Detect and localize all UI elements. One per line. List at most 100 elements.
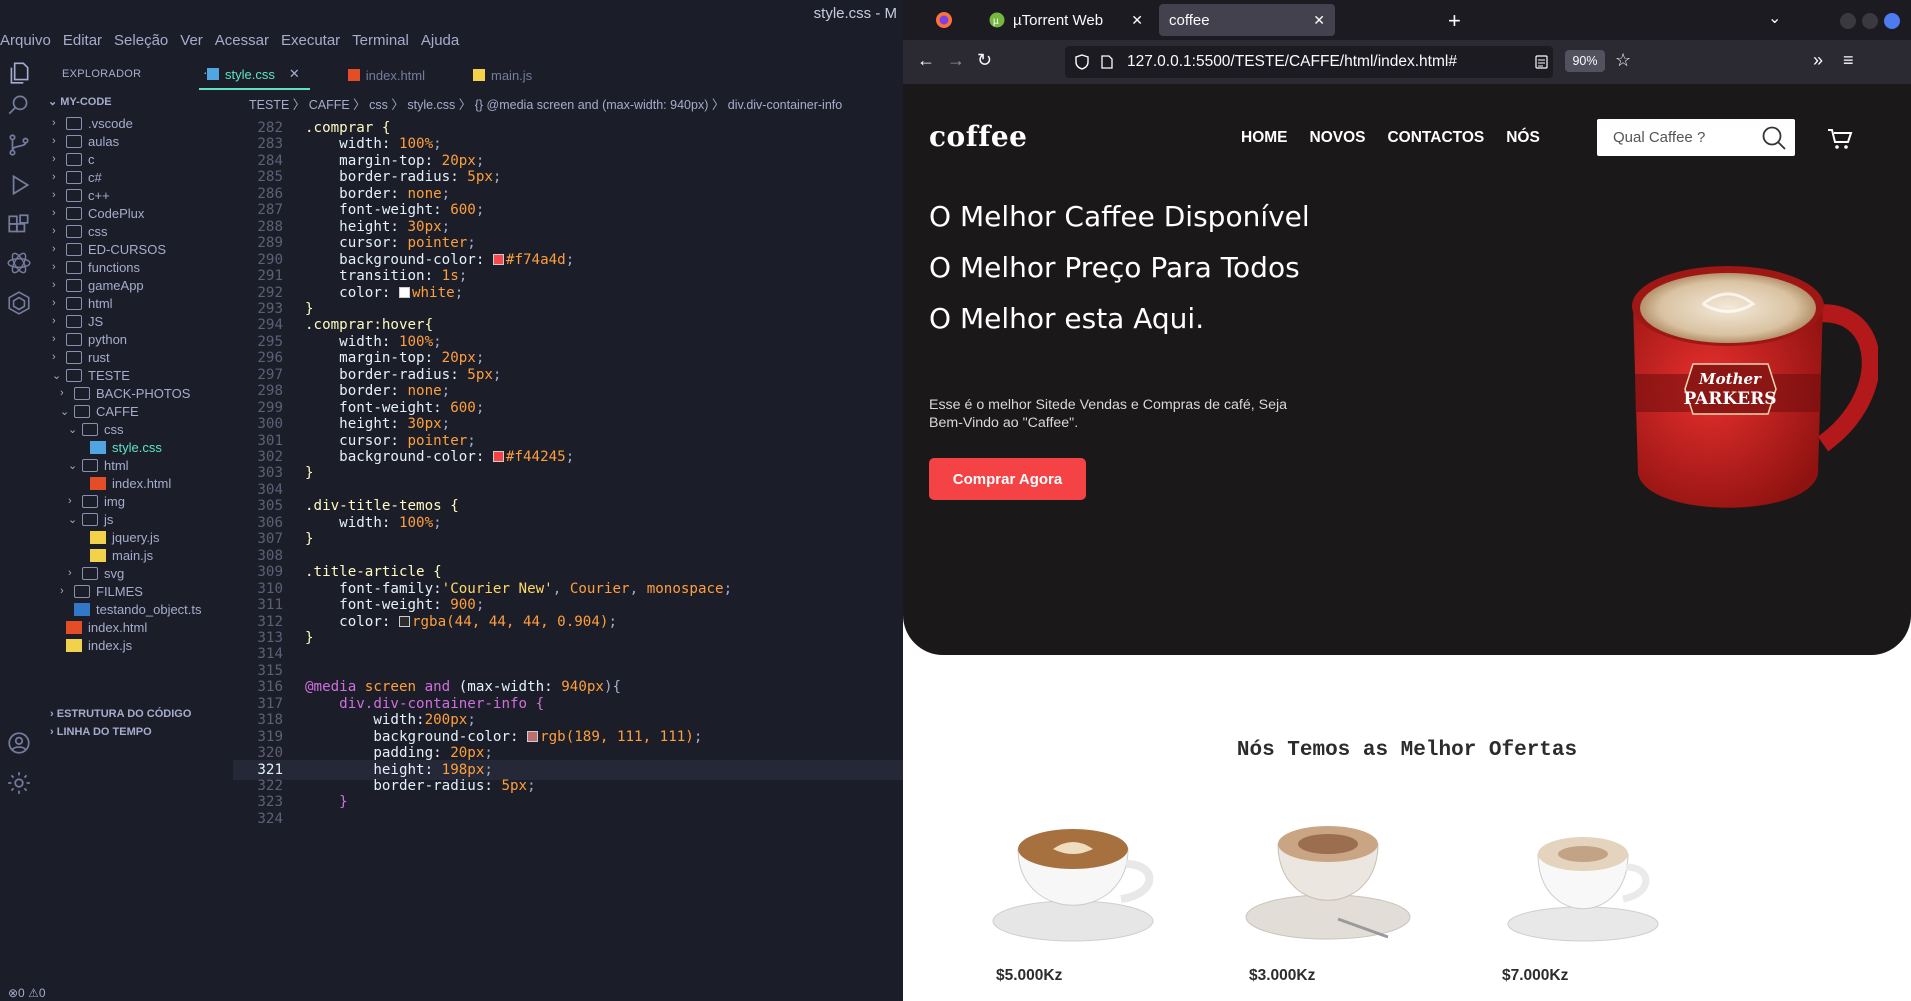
chevron-down-icon: ⌄ xyxy=(68,423,78,436)
tree-item-label: js xyxy=(104,511,114,527)
forward-icon[interactable]: → xyxy=(947,50,965,71)
folder-file-icon xyxy=(66,314,82,328)
zoom-level-badge[interactable]: 90% xyxy=(1565,50,1605,72)
color-swatch[interactable] xyxy=(492,451,504,462)
workspace-root[interactable]: ⌄ MY-CODE xyxy=(48,95,112,108)
explorer-sidebar: EXPLORADOR ··· ⌄ MY-CODE ›.vscode›aulas›… xyxy=(38,60,233,985)
tree-item-label: CodePlux xyxy=(88,205,145,221)
folder-file-icon xyxy=(66,152,82,166)
hero-headline-2: O Melhor Preço Para Todos xyxy=(929,251,1300,284)
reload-icon[interactable]: ↻ xyxy=(977,50,992,71)
js-file-icon xyxy=(66,638,82,652)
maximize-icon[interactable] xyxy=(1862,13,1878,29)
outline-section[interactable]: › ESTRUTURA DO CÓDIGO xyxy=(50,708,191,720)
chevron-right-icon: › xyxy=(52,135,56,147)
back-icon[interactable]: ← xyxy=(917,50,935,71)
bookmark-star-icon[interactable]: ☆ xyxy=(1615,50,1631,71)
buy-now-button[interactable]: Comprar Agora xyxy=(929,458,1086,500)
site-nav-link[interactable]: NÓS xyxy=(1506,129,1540,147)
folder-file-icon xyxy=(74,386,90,400)
html-file-icon xyxy=(347,69,360,81)
account-icon[interactable] xyxy=(6,730,32,756)
tree-item-label: css xyxy=(88,223,108,239)
page-info-icon[interactable] xyxy=(1101,55,1113,69)
menu-item[interactable]: Acessar xyxy=(215,32,275,56)
timeline-section[interactable]: › LINHA DO TEMPO xyxy=(50,726,152,738)
chevron-right-icon: › xyxy=(52,189,56,201)
firefox-window: µ µTorrent Web ✕ coffee ✕ + ⌄ ← → ↻ 127.… xyxy=(903,0,1911,1001)
shield-icon[interactable] xyxy=(1075,54,1089,70)
close-window-icon[interactable] xyxy=(1884,13,1900,29)
tree-item-label: c# xyxy=(88,169,102,185)
menu-item[interactable]: Ver xyxy=(180,32,209,56)
mug-brand-top: Mother xyxy=(1698,370,1762,388)
color-swatch[interactable] xyxy=(492,253,504,265)
search-icon[interactable] xyxy=(1761,125,1787,151)
explorer-icon[interactable] xyxy=(6,60,32,86)
tree-item-label: gameApp xyxy=(88,277,144,293)
js-file-icon xyxy=(90,548,106,562)
folder-file-icon xyxy=(66,368,82,382)
cart-icon[interactable] xyxy=(1827,128,1853,150)
run-debug-icon[interactable] xyxy=(6,172,32,198)
browser-tab-coffee[interactable]: coffee ✕ xyxy=(1159,4,1335,36)
editor-tab[interactable]: main.js xyxy=(465,60,542,90)
react-icon[interactable] xyxy=(6,250,32,276)
extensions-icon[interactable] xyxy=(6,212,32,238)
new-tab-icon[interactable]: + xyxy=(1448,8,1461,34)
code-line[interactable]: 324 xyxy=(233,809,903,829)
overflow-menu-icon[interactable]: » xyxy=(1813,50,1823,71)
offer-cup-image-1 xyxy=(992,829,1154,942)
site-nav-link[interactable]: NOVOS xyxy=(1310,129,1366,147)
menu-item[interactable]: Executar xyxy=(281,32,346,56)
folder-file-icon xyxy=(66,332,82,346)
menu-item[interactable]: Arquivo xyxy=(0,32,57,56)
editor-tab[interactable]: style.css ✕ xyxy=(199,60,310,90)
close-tab-icon[interactable]: ✕ xyxy=(289,66,300,82)
hamburger-menu-icon[interactable]: ≡ xyxy=(1843,50,1854,71)
browser-tab-utorrent[interactable]: µ µTorrent Web ✕ xyxy=(981,4,1153,36)
menu-item[interactable]: Seleção xyxy=(114,32,174,56)
tree-item[interactable]: index.js xyxy=(52,634,132,656)
url-text[interactable]: 127.0.0.1:5500/TESTE/CAFFE/html/index.ht… xyxy=(1127,53,1457,71)
ts-file-icon xyxy=(74,602,90,616)
js-file-icon xyxy=(473,69,485,81)
url-bar[interactable]: 127.0.0.1:5500/TESTE/CAFFE/html/index.ht… xyxy=(1065,46,1553,78)
color-swatch[interactable] xyxy=(527,730,539,742)
folder-file-icon xyxy=(82,512,98,526)
editor-tab[interactable]: index.html xyxy=(340,60,435,90)
status-bar: ⊗0 ⚠0 xyxy=(0,985,903,1001)
site-search-input[interactable] xyxy=(1597,119,1747,156)
browser-tab-firefox[interactable] xyxy=(935,4,975,36)
color-swatch[interactable] xyxy=(398,286,410,298)
coffee-mug-image: Mother PARKERS xyxy=(1632,266,1878,508)
folder-file-icon xyxy=(66,170,82,184)
folder-file-icon xyxy=(66,224,82,238)
settings-gear-icon[interactable] xyxy=(6,770,32,796)
menu-item[interactable]: Terminal xyxy=(352,32,415,56)
chevron-down-icon: ⌄ xyxy=(68,513,78,526)
editor-area: style.css ✕ index.html main.js TESTE 〉 CAFF… xyxy=(199,60,903,985)
site-nav-link[interactable]: CONTACTOS xyxy=(1387,129,1484,147)
css-file-icon xyxy=(207,68,219,80)
chevron-down-icon: ⌄ xyxy=(68,459,78,472)
problems-count[interactable]: ⊗0 ⚠0 xyxy=(8,986,46,1000)
color-swatch[interactable] xyxy=(398,615,410,627)
tree-item-label: css xyxy=(104,421,124,437)
site-nav-link[interactable]: HOME xyxy=(1241,129,1288,147)
search-icon[interactable] xyxy=(6,92,32,118)
source-control-icon[interactable] xyxy=(6,132,32,158)
docker-icon[interactable] xyxy=(6,290,32,316)
reader-view-icon[interactable] xyxy=(1535,55,1548,69)
minimize-icon[interactable] xyxy=(1840,13,1856,29)
menu-item[interactable]: Ajuda xyxy=(421,32,465,56)
close-tab-icon[interactable]: ✕ xyxy=(1313,12,1325,29)
menu-item[interactable]: Editar xyxy=(63,32,108,56)
list-all-tabs-icon[interactable]: ⌄ xyxy=(1768,8,1781,28)
close-tab-icon[interactable]: ✕ xyxy=(1131,12,1143,29)
chevron-right-icon: › xyxy=(60,387,64,399)
editor-tabs: style.css ✕ index.html main.js xyxy=(199,60,903,90)
site-logo[interactable]: coffee xyxy=(929,120,1027,153)
folder-file-icon xyxy=(66,350,82,364)
breadcrumb[interactable]: TESTE 〉 CAFFE 〉 css 〉 style.css 〉 {} @me… xyxy=(249,94,842,113)
